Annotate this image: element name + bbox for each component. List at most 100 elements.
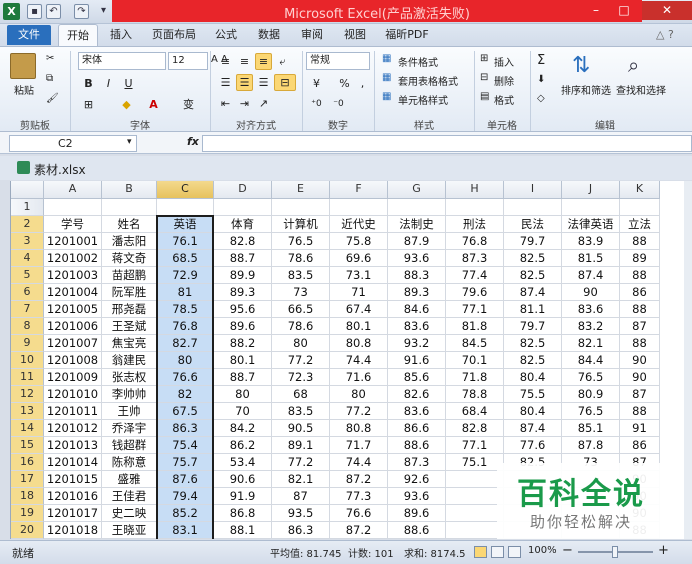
table-cell[interactable]: 89.1 [272,437,330,454]
table-cell[interactable]: 89.6 [388,505,446,522]
table-cell[interactable]: 86 [620,437,660,454]
table-cell[interactable]: 阮军胜 [102,284,157,301]
header-cell[interactable]: 近代史 [330,216,388,233]
table-cell[interactable]: 84.4 [562,352,620,369]
table-cell[interactable]: 82.1 [562,335,620,352]
row-header[interactable]: 4 [11,250,44,267]
find-select-button[interactable]: 查找和选择 [616,82,666,97]
insert-cells-button[interactable]: 插入 [494,54,514,69]
find-select-icon[interactable]: ⌕ [628,53,639,77]
insert-cells-icon[interactable]: ⊞ [480,53,488,64]
table-cell[interactable]: 67.5 [157,403,214,420]
format-cells-icon[interactable]: ▤ [480,91,489,102]
table-cell[interactable]: 1201013 [44,437,102,454]
tab-insert[interactable]: 插入 [103,24,139,46]
table-cell[interactable]: 88.6 [388,522,446,539]
header-cell[interactable]: 刑法 [446,216,504,233]
table-cell[interactable]: 87.4 [504,420,562,437]
table-cell[interactable]: 78.5 [157,301,214,318]
table-cell[interactable]: 80.4 [504,369,562,386]
table-cell[interactable] [272,199,330,216]
table-cell[interactable]: 66.5 [272,301,330,318]
align-bottom-icon[interactable]: ≡ [255,53,272,70]
merge-center-icon[interactable]: ⊟ [274,74,296,91]
table-cell[interactable]: 86.3 [272,522,330,539]
table-cell[interactable]: 87.4 [504,284,562,301]
column-header[interactable]: K [620,181,660,199]
table-cell[interactable] [102,199,157,216]
table-cell[interactable]: 80 [157,352,214,369]
header-cell[interactable]: 立法 [620,216,660,233]
table-cell[interactable]: 1201014 [44,454,102,471]
table-cell[interactable]: 67.4 [330,301,388,318]
table-cell[interactable]: 75.1 [446,454,504,471]
table-cell[interactable] [214,199,272,216]
table-cell[interactable] [446,471,504,488]
table-cell[interactable]: 87.4 [562,267,620,284]
customize-toolbar-icon[interactable]: ▾ [96,4,111,19]
font-size-select[interactable]: 12 [168,52,208,70]
table-cell[interactable]: 1201002 [44,250,102,267]
phonetic-button[interactable]: 变 [180,96,197,113]
table-cell[interactable]: 1201007 [44,335,102,352]
increase-indent-icon[interactable]: ⇥ [236,95,253,112]
table-cell[interactable]: 76.8 [157,318,214,335]
table-cell[interactable]: 89.3 [388,284,446,301]
table-cell[interactable]: 80.4 [504,403,562,420]
autosum-button[interactable]: Σ [537,53,545,68]
header-cell[interactable]: 计算机 [272,216,330,233]
table-cell[interactable]: 83.2 [562,318,620,335]
align-right-icon[interactable]: ☰ [255,74,272,91]
row-header[interactable]: 5 [11,267,44,284]
table-cell[interactable]: 70 [214,403,272,420]
table-cell[interactable]: 88 [620,267,660,284]
table-cell[interactable]: 1201004 [44,284,102,301]
table-cell[interactable]: 87.8 [562,437,620,454]
table-cell[interactable]: 71.8 [446,369,504,386]
excel-app-icon[interactable]: X [3,3,20,20]
row-header[interactable]: 16 [11,454,44,471]
cut-icon[interactable]: ✂ [46,53,54,64]
table-cell[interactable] [157,199,214,216]
sort-filter-button[interactable]: 排序和筛选 [561,82,611,97]
table-cell[interactable]: 1201003 [44,267,102,284]
zoom-slider-thumb[interactable] [612,546,618,558]
row-header[interactable]: 7 [11,301,44,318]
table-cell[interactable]: 盛雅 [102,471,157,488]
increase-decimal-icon[interactable]: ⁺0 [308,96,325,113]
table-cell[interactable]: 78.6 [272,250,330,267]
table-cell[interactable]: 77.6 [504,437,562,454]
table-cell[interactable]: 80.8 [330,420,388,437]
table-cell[interactable]: 88.6 [388,437,446,454]
table-cell[interactable]: 88.1 [214,522,272,539]
table-cell[interactable]: 90 [620,369,660,386]
table-cell[interactable] [504,199,562,216]
table-cell[interactable] [446,505,504,522]
align-center-icon[interactable]: ☰ [236,74,253,91]
table-cell[interactable]: 87.2 [330,471,388,488]
table-cell[interactable]: 73 [272,284,330,301]
table-cell[interactable]: 76.5 [562,369,620,386]
table-cell[interactable]: 92.6 [388,471,446,488]
table-cell[interactable]: 80.1 [214,352,272,369]
table-cell[interactable] [562,199,620,216]
table-cell[interactable]: 82.8 [214,233,272,250]
border-icon[interactable]: ⊞ [80,96,97,113]
table-cell[interactable]: 69.6 [330,250,388,267]
decrease-decimal-icon[interactable]: ⁻0 [330,96,347,113]
table-cell[interactable] [330,199,388,216]
table-cell[interactable]: 乔泽宇 [102,420,157,437]
header-cell[interactable]: 民法 [504,216,562,233]
table-cell[interactable]: 91 [620,420,660,437]
table-cell[interactable]: 91.9 [214,488,272,505]
table-cell[interactable]: 68 [272,386,330,403]
table-cell[interactable]: 95.6 [214,301,272,318]
underline-button[interactable]: U [120,75,137,92]
table-cell[interactable]: 90 [620,352,660,369]
redo-icon[interactable]: ↷ [74,4,89,19]
table-cell[interactable]: 86 [620,284,660,301]
table-cell[interactable]: 53.4 [214,454,272,471]
table-cell[interactable]: 76.5 [272,233,330,250]
table-cell[interactable]: 84.6 [388,301,446,318]
tab-view[interactable]: 视图 [337,24,373,46]
